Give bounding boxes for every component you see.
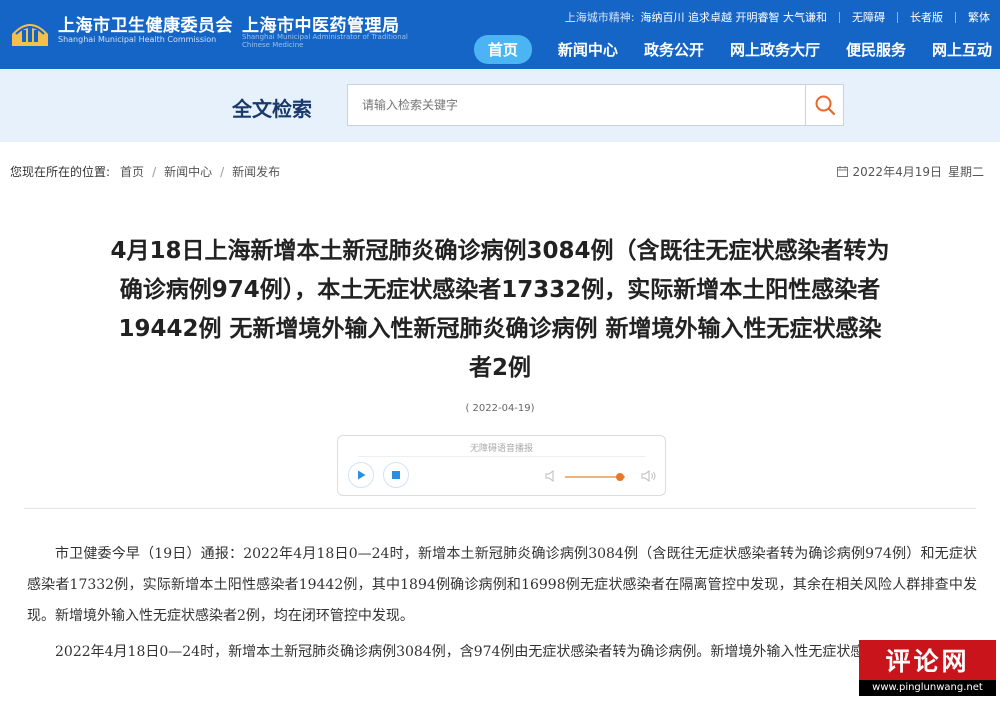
watermark-url: www.pinglunwang.net [859, 680, 996, 696]
breadcrumb-news-center[interactable]: 新闻中心 [164, 163, 212, 180]
org-name-health-commission[interactable]: 上海市卫生健康委员会 [58, 11, 233, 36]
volume-high-icon[interactable] [641, 469, 657, 483]
nav-online-service-hall[interactable]: 网上政务大厅 [730, 39, 820, 60]
divider [358, 456, 645, 457]
breadcrumb-news-release[interactable]: 新闻发布 [232, 163, 280, 180]
search-section: 全文检索 [0, 69, 1000, 142]
site-header: 上海市卫生健康委员会 Shanghai Municipal Health Com… [0, 0, 1000, 69]
search-box [347, 84, 844, 126]
divider [24, 508, 976, 509]
search-button[interactable] [805, 85, 843, 125]
article-title: 4月18日上海新增本土新冠肺炎确诊病例3084例（含既往无症状感染者转为确诊病例… [110, 238, 890, 381]
stop-button[interactable] [383, 462, 409, 488]
nav-news-center[interactable]: 新闻中心 [558, 39, 618, 60]
volume-low-icon[interactable] [544, 469, 558, 483]
volume-slider-handle[interactable] [616, 473, 624, 481]
logo-emblem-icon[interactable] [8, 8, 52, 52]
breadcrumb-separator: / [220, 164, 225, 179]
publish-date: ( 2022-04-19) [465, 403, 535, 414]
nav-home[interactable]: 首页 [473, 35, 532, 64]
audio-player-label: 无障碍语音播报 [469, 444, 533, 454]
audio-player: 无障碍语音播报 [337, 435, 666, 496]
traditional-chinese-link[interactable]: 繁体 [968, 9, 990, 25]
search-input[interactable] [348, 85, 806, 125]
breadcrumb-home[interactable]: 首页 [120, 163, 144, 180]
weekday-text: 星期二 [947, 165, 984, 179]
breadcrumb: 您现在所在的位置: 首页 / 新闻中心 / 新闻发布 [10, 163, 280, 180]
nav-online-interaction[interactable]: 网上互动 [932, 39, 992, 60]
city-spirit-label: 上海城市精神: [564, 11, 635, 24]
org-name-health-commission-en: Shanghai Municipal Health Commission [58, 35, 217, 44]
city-spirit-text: 海纳百川 追求卓越 开明睿智 大气谦和 [640, 11, 828, 24]
watermark-logo: 评论网 www.pinglunwang.net [859, 640, 996, 696]
article-paragraph: 2022年4月18日0—24时，新增本土新冠肺炎确诊病例3084例，含974例由… [55, 644, 930, 660]
divider [839, 11, 840, 23]
article-paragraph: 市卫健委今早（19日）通报：2022年4月18日0—24时，新增本土新冠肺炎确诊… [27, 546, 977, 624]
nav-government-affairs[interactable]: 政务公开 [644, 39, 704, 60]
top-utility-links: 上海城市精神: 海纳百川 追求卓越 开明睿智 大气谦和 无障碍 长者版 繁体 [565, 9, 990, 25]
nav-public-service[interactable]: 便民服务 [846, 39, 906, 60]
search-title: 全文检索 [232, 97, 312, 121]
elder-version-link[interactable]: 长者版 [910, 9, 943, 25]
play-button[interactable] [348, 462, 374, 488]
org-name-tcm-admin-en: Shanghai Municipal Administrator of Trad… [242, 33, 408, 49]
date-text: 2022年4月19日 [852, 165, 942, 179]
play-icon [358, 470, 366, 480]
watermark-title: 评论网 [885, 647, 970, 676]
divider [897, 11, 898, 23]
article-body: 市卫健委今早（19日）通报：2022年4月18日0—24时，新增本土新冠肺炎确诊… [27, 539, 977, 673]
current-date: 2022年4月19日 星期二 [836, 163, 984, 180]
breadcrumb-separator: / [152, 164, 157, 179]
calendar-icon [836, 166, 848, 177]
main-nav: 首页 新闻中心 政务公开 网上政务大厅 便民服务 网上互动 [473, 35, 992, 64]
search-icon [815, 95, 835, 116]
breadcrumb-label: 您现在所在的位置: [10, 165, 111, 179]
divider [955, 11, 956, 23]
accessibility-link[interactable]: 无障碍 [852, 9, 885, 25]
stop-icon [392, 471, 400, 479]
